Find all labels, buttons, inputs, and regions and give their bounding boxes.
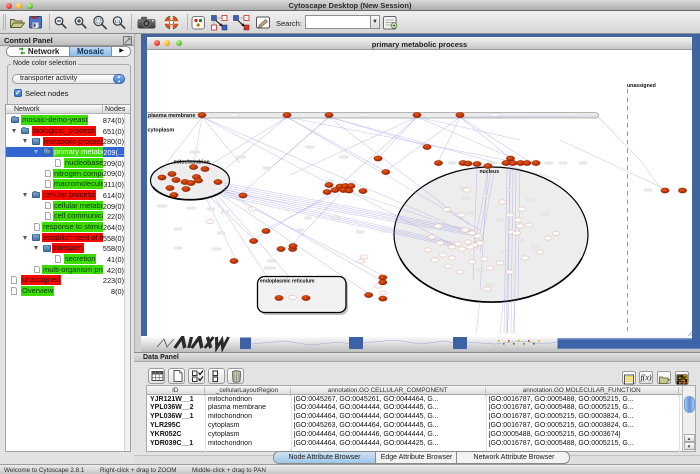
svg-text:endoplasmic reticulum: endoplasmic reticulum [260, 279, 315, 285]
svg-text:mitochondrion: mitochondrion [174, 160, 210, 166]
svg-text:1:1: 1:1 [114, 19, 121, 24]
svg-text:cytoplasm: cytoplasm [148, 128, 175, 134]
svg-text:unassigned: unassigned [627, 83, 656, 89]
svg-text:nucleus: nucleus [480, 169, 500, 175]
svg-text:plasma membrane: plasma membrane [148, 113, 195, 119]
